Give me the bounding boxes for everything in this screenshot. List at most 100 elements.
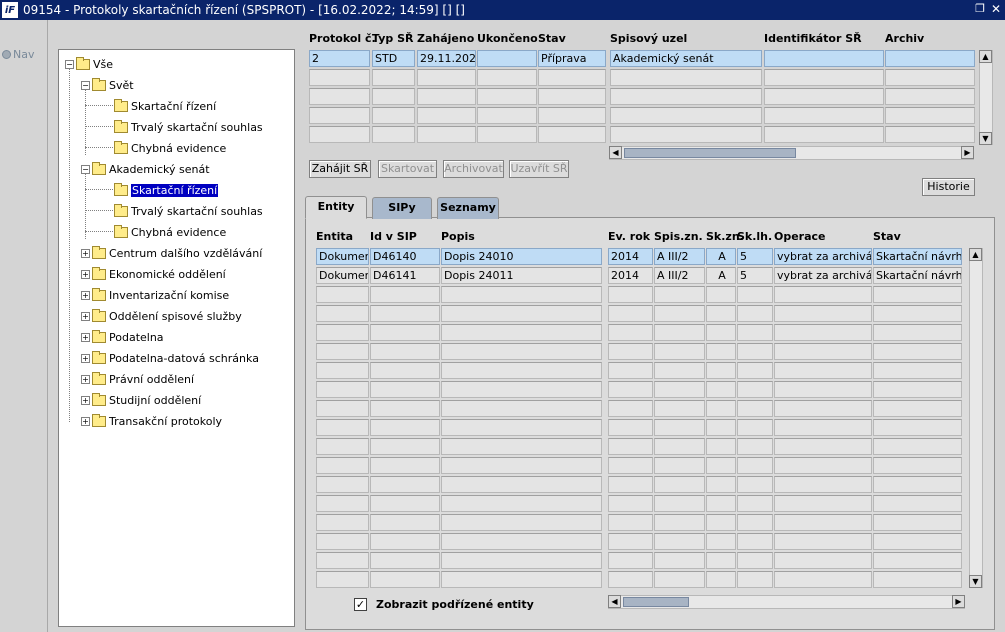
- entity-cell[interactable]: [873, 286, 962, 303]
- entity-cell[interactable]: [774, 400, 872, 417]
- entity-cell[interactable]: [316, 381, 369, 398]
- protocol-column-header[interactable]: Identifikátor SŘ: [764, 32, 862, 45]
- protocol-cell[interactable]: [610, 107, 762, 124]
- entity-cell[interactable]: [441, 533, 602, 550]
- entity-cell[interactable]: [654, 514, 705, 531]
- entity-cell[interactable]: [774, 381, 872, 398]
- entity-cell[interactable]: [706, 362, 736, 379]
- tree-node[interactable]: + Oddělení spisové služby: [81, 307, 242, 325]
- protocol-column-header[interactable]: Protokol č.: [309, 32, 376, 45]
- entity-cell[interactable]: A III/2: [654, 248, 705, 265]
- protocol-cell[interactable]: [309, 107, 370, 124]
- protocol-cell[interactable]: [538, 69, 606, 86]
- entity-cell[interactable]: [706, 514, 736, 531]
- protocol-cell[interactable]: [417, 88, 476, 105]
- hscroll-thumb[interactable]: [624, 148, 796, 158]
- entity-cell[interactable]: [608, 552, 653, 569]
- entity-cell[interactable]: [370, 362, 440, 379]
- protocol-cell[interactable]: [610, 126, 762, 143]
- entity-cell[interactable]: [441, 400, 602, 417]
- entity-cell[interactable]: [737, 457, 773, 474]
- entity-cell[interactable]: [774, 305, 872, 322]
- protocol-cell[interactable]: [477, 50, 537, 67]
- entity-cell[interactable]: Dopis 24011: [441, 267, 602, 284]
- protocol-cell[interactable]: [764, 126, 884, 143]
- entity-column-header[interactable]: Spis.zn.: [654, 230, 703, 243]
- entity-cell[interactable]: [873, 343, 962, 360]
- entity-cell[interactable]: [737, 324, 773, 341]
- entity-cell[interactable]: vybrat za archiválii: [774, 248, 872, 265]
- entity-cell[interactable]: [873, 305, 962, 322]
- entity-cell[interactable]: [737, 495, 773, 512]
- collapse-icon[interactable]: −: [81, 164, 90, 174]
- entity-cell[interactable]: A III/2: [654, 267, 705, 284]
- entity-cell[interactable]: [608, 343, 653, 360]
- entity-cell[interactable]: [316, 400, 369, 417]
- entities-vscroll[interactable]: ▲ ▼: [969, 248, 983, 588]
- entity-cell[interactable]: [370, 343, 440, 360]
- protocol-cell[interactable]: [885, 50, 975, 67]
- protocol-cell[interactable]: [309, 88, 370, 105]
- entity-cell[interactable]: [316, 286, 369, 303]
- entity-cell[interactable]: vybrat za archiválii: [774, 267, 872, 284]
- entity-cell[interactable]: [316, 419, 369, 436]
- entity-cell[interactable]: [654, 324, 705, 341]
- close-icon[interactable]: ✕: [989, 2, 1003, 16]
- entity-cell[interactable]: [316, 514, 369, 531]
- entity-cell[interactable]: [706, 305, 736, 322]
- protocol-cell[interactable]: 29.11.2021: [417, 50, 476, 67]
- protocol-cell[interactable]: [764, 69, 884, 86]
- entity-cell[interactable]: [654, 457, 705, 474]
- protocol-cell[interactable]: [610, 88, 762, 105]
- entity-cell[interactable]: [737, 305, 773, 322]
- entity-cell[interactable]: [654, 343, 705, 360]
- scroll-left-icon[interactable]: ◀: [609, 146, 622, 159]
- entities-hscroll[interactable]: ◀ ▶: [608, 595, 965, 609]
- entity-cell[interactable]: [441, 343, 602, 360]
- protocol-cell[interactable]: [610, 69, 762, 86]
- protocol-column-header[interactable]: Ukončeno: [477, 32, 538, 45]
- entity-cell[interactable]: [608, 457, 653, 474]
- entity-cell[interactable]: [737, 533, 773, 550]
- entity-cell[interactable]: [441, 438, 602, 455]
- expand-icon[interactable]: +: [81, 332, 90, 342]
- entity-cell[interactable]: [873, 457, 962, 474]
- entity-cell[interactable]: [316, 533, 369, 550]
- entity-cell[interactable]: [706, 476, 736, 493]
- history-button[interactable]: Historie: [922, 178, 975, 196]
- entity-cell[interactable]: [873, 324, 962, 341]
- protocol-cell[interactable]: [309, 126, 370, 143]
- tree-node[interactable]: + Studijní oddělení: [81, 391, 201, 409]
- expand-icon[interactable]: +: [81, 374, 90, 384]
- entity-cell[interactable]: [370, 438, 440, 455]
- protocol-cell[interactable]: [417, 126, 476, 143]
- nav-tab[interactable]: Nav: [2, 48, 34, 61]
- entity-column-header[interactable]: Id v SIP: [370, 230, 417, 243]
- entity-cell[interactable]: [654, 476, 705, 493]
- entity-cell[interactable]: [441, 305, 602, 322]
- entity-cell[interactable]: [737, 514, 773, 531]
- protocol-cell[interactable]: [885, 126, 975, 143]
- entity-cell[interactable]: [774, 438, 872, 455]
- entity-cell[interactable]: [608, 419, 653, 436]
- entity-cell[interactable]: [316, 457, 369, 474]
- entity-cell[interactable]: 5: [737, 267, 773, 284]
- protocol-column-header[interactable]: Stav: [538, 32, 566, 45]
- entity-cell[interactable]: [370, 419, 440, 436]
- protocol-cell[interactable]: [885, 107, 975, 124]
- entity-cell[interactable]: [441, 362, 602, 379]
- scroll-right-icon[interactable]: ▶: [952, 595, 965, 608]
- protocol-cell[interactable]: [885, 88, 975, 105]
- protocol-cell[interactable]: [372, 69, 415, 86]
- entity-cell[interactable]: [370, 457, 440, 474]
- entity-cell[interactable]: [316, 438, 369, 455]
- entity-column-header[interactable]: Stav: [873, 230, 901, 243]
- entity-cell[interactable]: [654, 419, 705, 436]
- entity-cell[interactable]: [774, 476, 872, 493]
- entity-cell[interactable]: [873, 362, 962, 379]
- entity-cell[interactable]: [873, 419, 962, 436]
- entity-cell[interactable]: [441, 571, 602, 588]
- protocol-cell[interactable]: [764, 88, 884, 105]
- tree-view[interactable]: − Vše − Svět Skartační řízení Trvalý skartačn…: [58, 49, 295, 627]
- entity-cell[interactable]: [608, 381, 653, 398]
